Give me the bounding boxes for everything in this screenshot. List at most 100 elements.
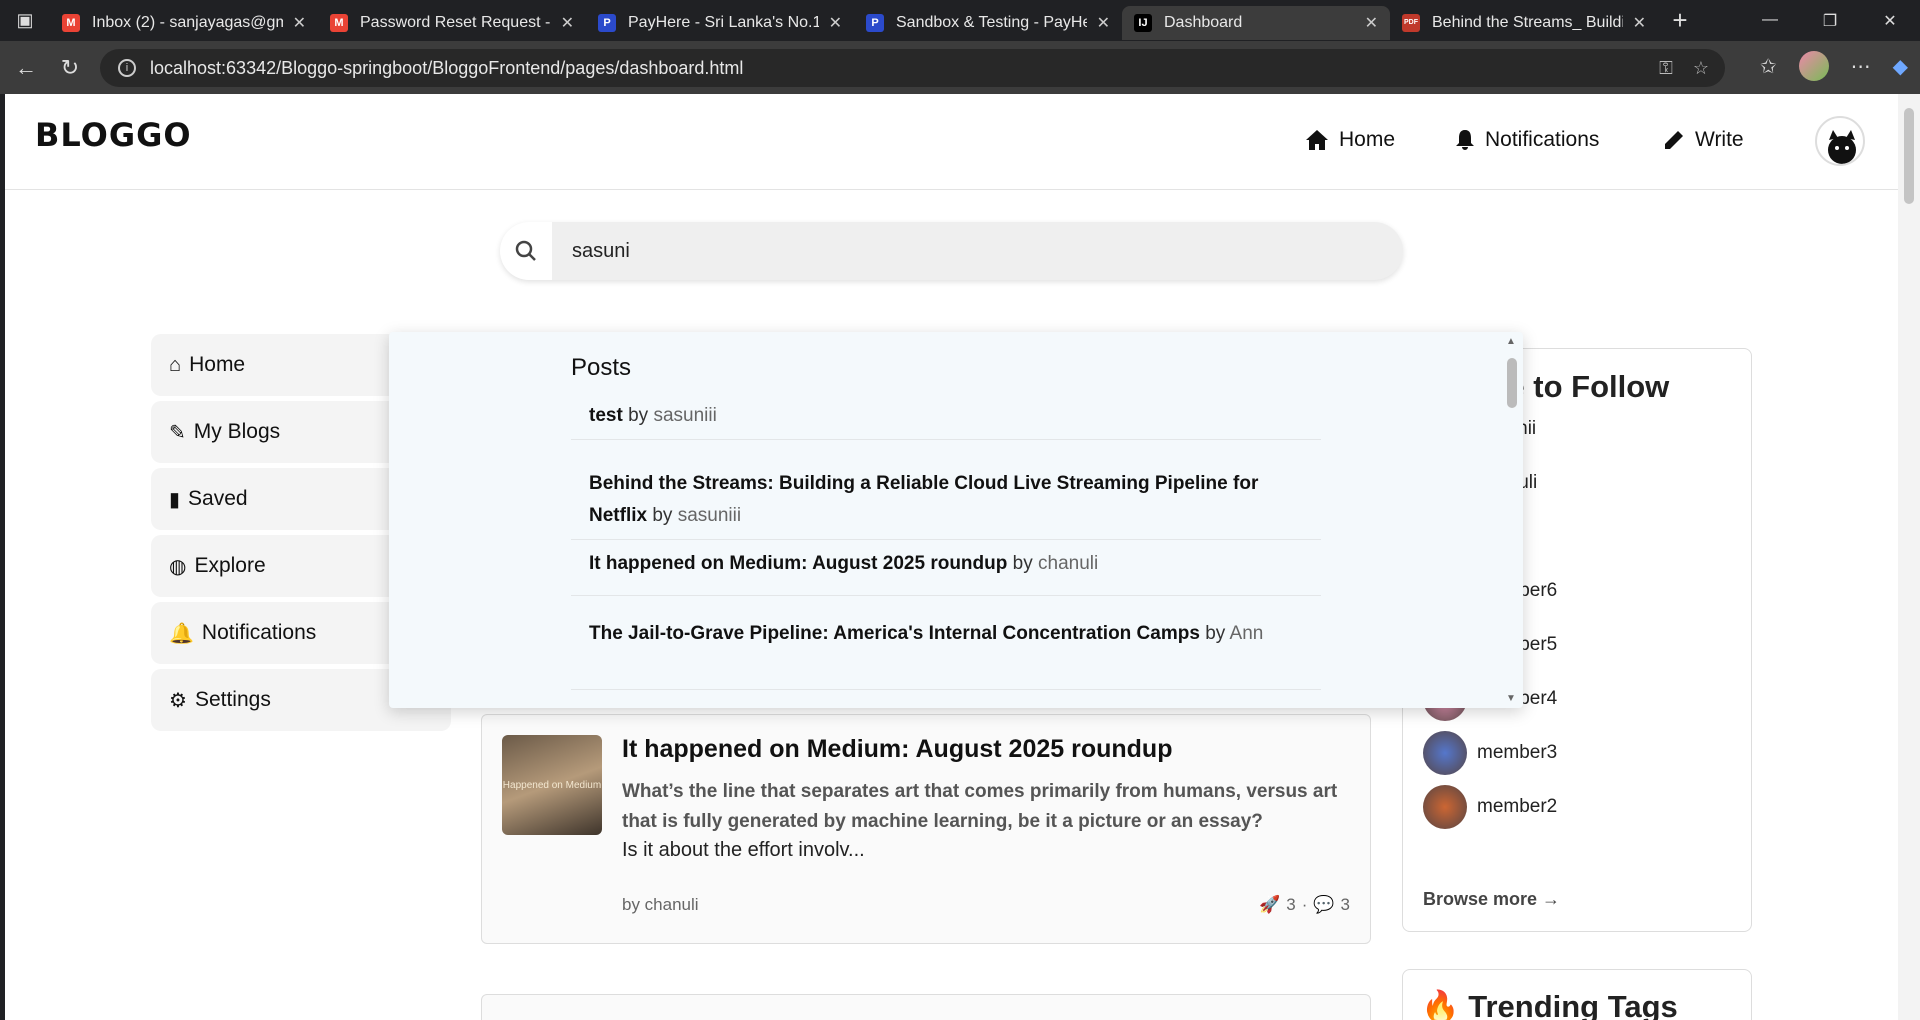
member-name[interactable]: member2 [1477,796,1557,818]
avatar[interactable] [1423,785,1467,829]
page-scroll-thumb[interactable] [1904,108,1914,204]
tab-close-icon[interactable]: ✕ [1097,13,1110,33]
sidebar-item-label: Notifications [201,621,317,644]
comment-icon[interactable]: 💬 [1313,895,1334,915]
bookmark-icon: ▮ [169,488,181,511]
back-icon[interactable]: ← [4,55,48,81]
result-title: test [589,405,623,426]
result-title: It happened on Medium: August 2025 round… [589,553,1008,574]
tab-close-icon[interactable]: ✕ [293,13,306,33]
address-bar[interactable]: i localhost:63342/Bloggo-springboot/Blog… [100,49,1725,87]
tab-close-icon[interactable]: ✕ [1633,13,1646,33]
post-author[interactable]: by chanuli [622,895,699,915]
search-icon[interactable] [500,222,552,280]
tab-title: Inbox (2) - sanjayagas@gma [92,13,283,31]
result-title: The Jail-to-Grave Pipeline: America's In… [589,623,1200,644]
tab-close-icon[interactable]: ✕ [829,13,842,33]
browser-tab[interactable]: M Inbox (2) - sanjayagas@gma ✕ [50,6,318,40]
pencil-icon [1665,131,1683,149]
url-text: localhost:63342/Bloggo-springboot/Bloggo… [150,57,744,78]
sidebar-item-label: Settings [194,688,271,711]
pencil-icon: ✎ [169,421,186,444]
nav-home-label: Home [1339,128,1396,151]
more-menu-icon[interactable]: ⋯ [1851,54,1871,79]
page-viewport: BLOGGO Home Notifications Write sasuni ⌂… [5,94,1898,1020]
search-result-item[interactable]: The Jail-to-Grave Pipeline: America's In… [571,618,1321,690]
post-thumbnail[interactable]: Happened on Medium [502,735,602,835]
tab-title: Behind the Streams_ Buildin [1432,13,1623,31]
key-icon[interactable]: ⚿ [1659,58,1673,79]
nav-write[interactable]: Write [1663,128,1744,152]
site-header: BLOGGO Home Notifications Write [5,94,1898,190]
favorite-star-icon[interactable]: ☆ [1693,58,1709,79]
search-result-item[interactable]: It happened on Medium: August 2025 round… [571,548,1321,596]
tab-favicon-icon: M [62,13,80,32]
result-author: Ann [1229,623,1264,644]
user-avatar[interactable] [1815,116,1865,166]
tab-title: Dashboard [1164,13,1243,31]
post-card-next[interactable] [481,994,1371,1020]
browser-tab[interactable]: IJ Dashboard ✕ [1122,5,1390,40]
search-bar[interactable]: sasuni [500,222,1403,280]
search-input[interactable]: sasuni [572,240,630,263]
new-tab-button[interactable]: + [1658,5,1702,36]
result-by-label: by [628,405,649,426]
result-author: chanuli [1038,553,1099,574]
site-info-icon[interactable]: i [118,59,136,77]
rocket-icon[interactable]: 🚀 [1259,895,1280,915]
site-logo[interactable]: BLOGGO [35,116,192,154]
browser-tab[interactable]: P Sandbox & Testing - PayHere ✕ [854,6,1122,40]
reload-icon[interactable]: ↻ [48,55,92,81]
tab-favicon-icon: P [598,13,616,32]
scroll-down-icon[interactable]: ▼ [1506,693,1516,704]
result-author: sasuniii [653,405,717,426]
browser-tab[interactable]: PDF Behind the Streams_ Buildin ✕ [1390,6,1658,40]
result-by-label: by [1012,553,1033,574]
browser-tab-bar: ▣ M Inbox (2) - sanjayagas@gma ✕ M Password … [0,0,1920,41]
dropdown-scrollbar[interactable]: ▲ ▼ [1501,332,1523,708]
browser-tab[interactable]: P PayHere - Sri Lanka's No.1 O ✕ [586,6,854,40]
result-by-label: by [652,505,673,526]
nav-notifications[interactable]: Notifications [1455,128,1599,152]
post-stats: 🚀 3 · 💬 3 [1259,895,1350,915]
sidebar-item-label: Saved [188,487,248,510]
tab-favicon-icon: M [330,13,348,32]
bell-icon [1456,130,1474,150]
close-window-icon[interactable]: ✕ [1860,11,1920,31]
copilot-icon[interactable]: ◆ [1893,54,1908,79]
search-result-item[interactable]: Behind the Streams: Building a Reliable … [571,468,1321,540]
follow-member[interactable]: member3 [1423,731,1557,775]
minimize-icon[interactable]: — [1740,11,1800,31]
browser-tab[interactable]: M Password Reset Request - sa ✕ [318,6,586,40]
scroll-up-icon[interactable]: ▲ [1506,336,1516,347]
browse-more-link[interactable]: Browse more → [1423,889,1560,910]
post-card[interactable]: Happened on Medium It happened on Medium… [481,714,1371,944]
likes-count: 3 [1286,895,1296,914]
sidebar-item-label: Home [189,353,246,376]
flame-icon: 🔥 [1421,989,1460,1020]
maximize-icon[interactable]: ❐ [1800,11,1860,31]
browser-toolbar: ← ↻ i localhost:63342/Bloggo-springboot/… [0,41,1920,94]
post-title[interactable]: It happened on Medium: August 2025 round… [622,735,1172,764]
dropdown-scroll-thumb[interactable] [1507,358,1517,408]
browser-profile-avatar[interactable] [1798,51,1829,81]
member-name[interactable]: member3 [1477,742,1557,764]
tab-favicon-icon: IJ [1134,13,1152,32]
trending-tags-panel: 🔥 Trending Tags [1402,969,1752,1020]
tab-favicon-icon: P [866,13,884,32]
tab-title: PayHere - Sri Lanka's No.1 O [628,13,819,31]
post-subtitle: What’s the line that separates art that … [622,781,1338,832]
nav-write-label: Write [1695,128,1744,151]
avatar[interactable] [1423,731,1467,775]
tab-close-icon[interactable]: ✕ [561,13,574,33]
tab-favicon-icon: PDF [1402,13,1420,32]
nav-home[interactable]: Home [1305,128,1395,152]
page-scrollbar[interactable] [1898,94,1920,1020]
search-result-item[interactable]: test by sasuniii [571,400,1321,440]
tab-actions-icon[interactable]: ▣ [0,0,50,41]
stats-separator: · [1301,895,1308,914]
follow-member[interactable]: member2 [1423,785,1557,829]
favorites-icon[interactable]: ✩ [1760,54,1777,79]
tab-close-icon[interactable]: ✕ [1365,13,1378,33]
result-author: sasuniii [677,505,742,526]
